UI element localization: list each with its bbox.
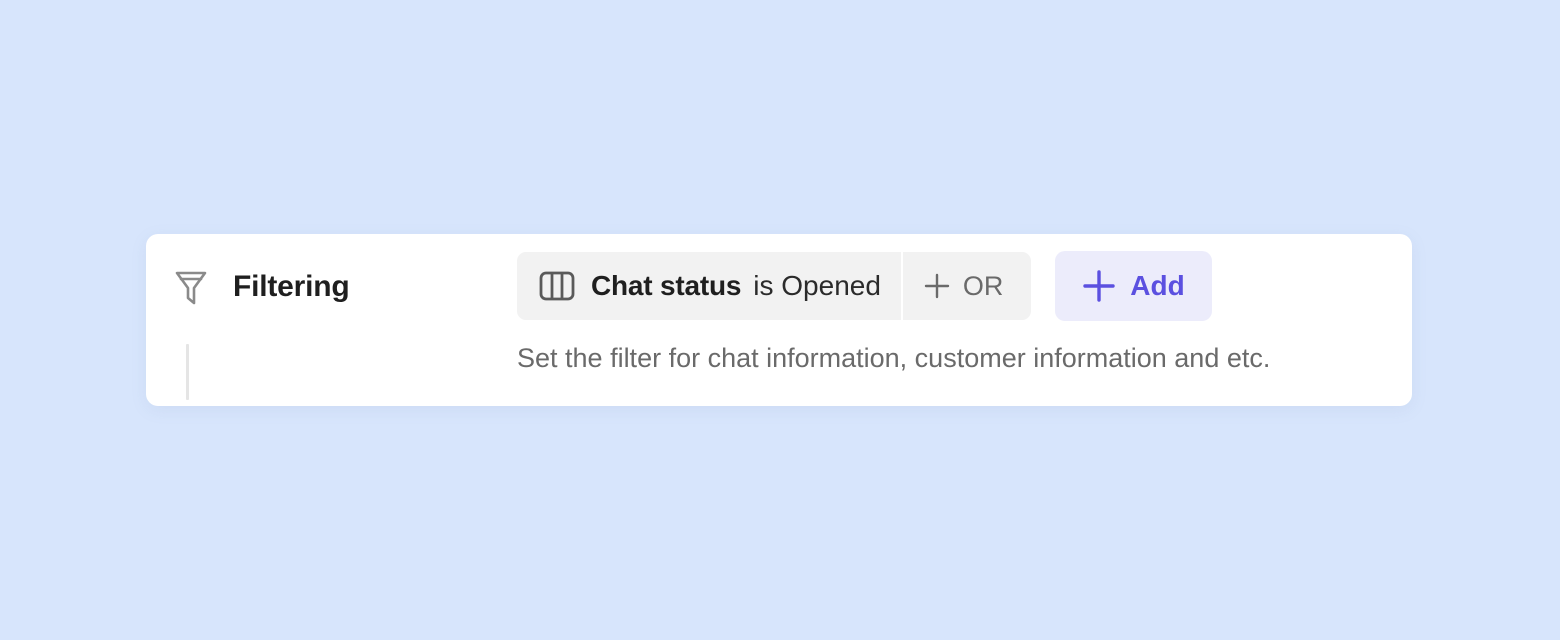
- section-description: Set the filter for chat information, cus…: [517, 343, 1271, 373]
- filter-chip-group: Chat status is Opened OR: [517, 252, 1032, 320]
- filter-field-name: Chat status: [591, 270, 742, 301]
- filter-icon: [175, 271, 207, 305]
- filter-chip-chat-status[interactable]: Chat status is Opened: [517, 252, 901, 320]
- plus-icon: [1083, 270, 1115, 302]
- plus-icon: [924, 273, 950, 299]
- add-filter-button[interactable]: Add: [1055, 251, 1212, 321]
- columns-icon: [539, 271, 575, 301]
- add-button-label: Add: [1130, 270, 1185, 301]
- guide-line: [186, 344, 189, 400]
- filtering-card: Filtering Chat status is Opened OR Add S…: [146, 234, 1412, 406]
- filter-condition: is Opened: [753, 270, 881, 301]
- section-title: Filtering: [233, 270, 350, 303]
- or-label: OR: [962, 270, 1004, 301]
- or-button[interactable]: OR: [902, 252, 1032, 320]
